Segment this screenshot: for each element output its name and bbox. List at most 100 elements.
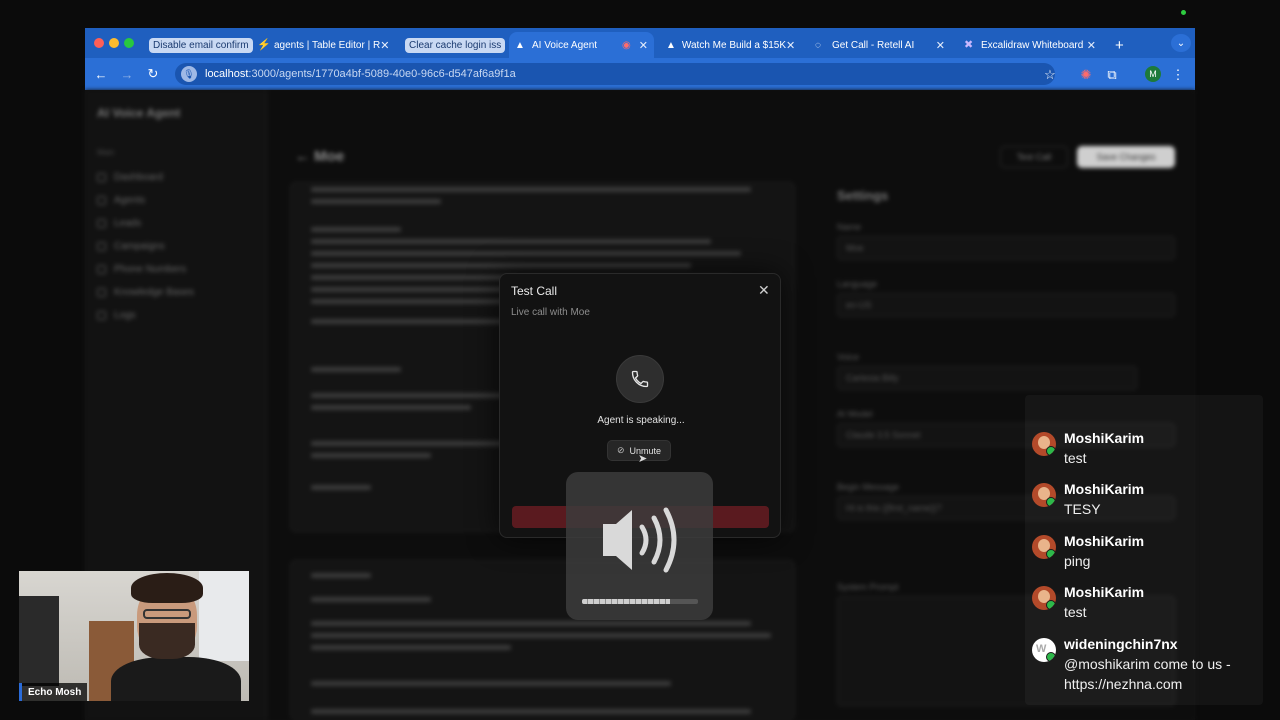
close-tab-icon[interactable]: ✕ [786, 39, 795, 52]
sidebar-item-agents[interactable]: Agents [97, 195, 145, 206]
language-select[interactable]: en-US [837, 293, 1175, 317]
close-tab-icon[interactable]: ✕ [380, 39, 389, 52]
tab-clear-cache[interactable]: Clear cache login iss [399, 32, 509, 58]
instruction-panel [290, 560, 795, 720]
call-status-text: Agent is speaking... [597, 415, 685, 426]
forward-icon[interactable]: → [114, 67, 140, 82]
reload-icon[interactable]: ↻ [140, 66, 166, 82]
field-label: AI Model [837, 409, 873, 419]
close-window-button[interactable] [94, 38, 104, 48]
loading-icon: ◌ [815, 39, 821, 51]
text-line [311, 621, 751, 626]
sidebar-item-label: Phone Numbers [114, 264, 187, 275]
user-avatar [1032, 483, 1056, 507]
address-bar: ← → ↻ 🎙 localhost:3000/agents/1770a4bf-5… [85, 58, 1195, 90]
close-tab-icon[interactable]: ✕ [1087, 39, 1096, 52]
tab-ai-voice-agent[interactable]: ▲ AI Voice Agent ◉ ✕ [509, 32, 654, 58]
new-tab-button[interactable]: + [1109, 32, 1129, 58]
voice-select[interactable]: Cartesia Billy [837, 366, 1137, 390]
app-icon: ▲ [666, 39, 676, 51]
tab-label: Disable email confirm [149, 37, 253, 53]
chat-text: @moshikarim come to us - [1064, 656, 1231, 672]
chat-text: test [1064, 604, 1087, 620]
dashboard-icon [97, 173, 106, 182]
supabase-icon: ⚡ [257, 38, 271, 51]
text-line [311, 227, 401, 232]
tab-watch-me-build[interactable]: ▲ Watch Me Build a $15K ✕ [660, 32, 800, 58]
text-line [311, 453, 431, 458]
sidebar-item-knowledge-bases[interactable]: Knowledge Bases [97, 287, 194, 298]
webcam-person-body [111, 657, 241, 701]
sidebar-item-label: Knowledge Bases [114, 287, 195, 298]
bookmark-star-icon[interactable]: ☆ [1037, 67, 1063, 83]
sidebar-item-leads[interactable]: Leads [97, 218, 141, 229]
tab-label: Get Call - Retell AI [832, 39, 915, 51]
tab-retell[interactable]: ◌ Get Call - Retell AI ✕ [809, 32, 951, 58]
tab-label: agents | Table Editor | R [274, 39, 381, 51]
tab-strip: Disable email confirm ⚡ agents | Table E… [85, 28, 1195, 58]
menu-kebab-icon[interactable]: ⋮ [1165, 67, 1191, 83]
dialog-subtitle: Live call with Moe [511, 307, 590, 318]
text-line [311, 187, 751, 192]
back-icon[interactable]: ← [88, 67, 114, 82]
microphone-icon[interactable]: 🎙 [181, 66, 197, 82]
webcam-person-beard [139, 623, 195, 659]
agents-icon [97, 196, 106, 205]
text-line [311, 367, 401, 372]
close-tab-icon[interactable]: ✕ [936, 39, 945, 52]
phone-icon [631, 370, 649, 388]
sidebar-item-logs[interactable]: Logs [97, 310, 136, 321]
chat-text: ping [1064, 553, 1091, 569]
dialog-title: Test Call [511, 284, 558, 298]
profile-avatar[interactable]: M [1145, 66, 1161, 82]
sidebar-item-campaigns[interactable]: Campaigns [97, 241, 165, 252]
tab-excalidraw[interactable]: ✖ Excalidraw Whiteboard ✕ [958, 32, 1102, 58]
phone-icon [97, 265, 106, 274]
chat-link[interactable]: https://nezhna.com [1064, 676, 1182, 692]
close-tab-icon[interactable]: ✕ [639, 39, 648, 52]
field-label: Language [837, 279, 878, 289]
text-line [311, 573, 371, 578]
tab-label: Watch Me Build a $15K [681, 39, 787, 51]
url-field[interactable]: 🎙 localhost:3000/agents/1770a4bf-5089-40… [175, 63, 1055, 85]
extensions-puzzle-icon[interactable]: ⧉ [1099, 67, 1125, 83]
text-line [311, 597, 431, 602]
user-avatar [1032, 432, 1056, 456]
sidebar-item-phone-numbers[interactable]: Phone Numbers [97, 264, 186, 275]
call-status-indicator [616, 355, 664, 403]
chat-username: MoshiKarim [1064, 533, 1145, 549]
maximize-window-button[interactable] [124, 38, 134, 48]
save-changes-button[interactable]: Save Changes [1077, 146, 1175, 168]
speaker-volume-icon [603, 507, 677, 573]
sidebar-item-label: Logs [114, 310, 136, 321]
moderator-badge-icon [1046, 549, 1056, 559]
tab-table-editor[interactable]: ⚡ agents | Table Editor | R ✕ [251, 32, 393, 58]
logs-icon [97, 311, 106, 320]
tab-label: Excalidraw Whiteboard [981, 39, 1084, 51]
field-label: Name [837, 222, 862, 232]
chat-username: wideningchin7nx [1064, 636, 1178, 652]
recording-icon: ◉ [622, 39, 631, 51]
sidebar-item-label: Leads [114, 218, 142, 229]
extension-icon[interactable]: ✺ [1073, 67, 1099, 83]
tab-disable-email[interactable]: Disable email confirm [143, 32, 255, 58]
test-call-button[interactable]: Test Call [1000, 146, 1068, 168]
name-field[interactable]: Moe [837, 236, 1175, 260]
volume-overlay [566, 472, 713, 620]
tab-search-button[interactable]: ⌄ [1171, 34, 1191, 52]
webcam-label: Echo Mosh [19, 683, 88, 701]
url-path: :3000/agents/1770a4bf-5089-40e0-96c6-d54… [248, 68, 516, 80]
app-icon: ▲ [515, 39, 525, 51]
page-title: ← Moe [295, 148, 345, 165]
book-icon [97, 288, 106, 297]
sidebar-item-dashboard[interactable]: Dashboard [97, 172, 163, 183]
moderator-badge-icon [1046, 497, 1056, 507]
app-title: AI Voice Agent [97, 106, 181, 120]
text-line [311, 263, 691, 268]
close-icon[interactable]: ✕ [758, 282, 770, 299]
minimize-window-button[interactable] [109, 38, 119, 48]
webcam-shelf [19, 596, 59, 686]
text-line [311, 251, 741, 256]
volume-level-fill [582, 599, 671, 604]
field-label: System Prompt [837, 582, 899, 592]
